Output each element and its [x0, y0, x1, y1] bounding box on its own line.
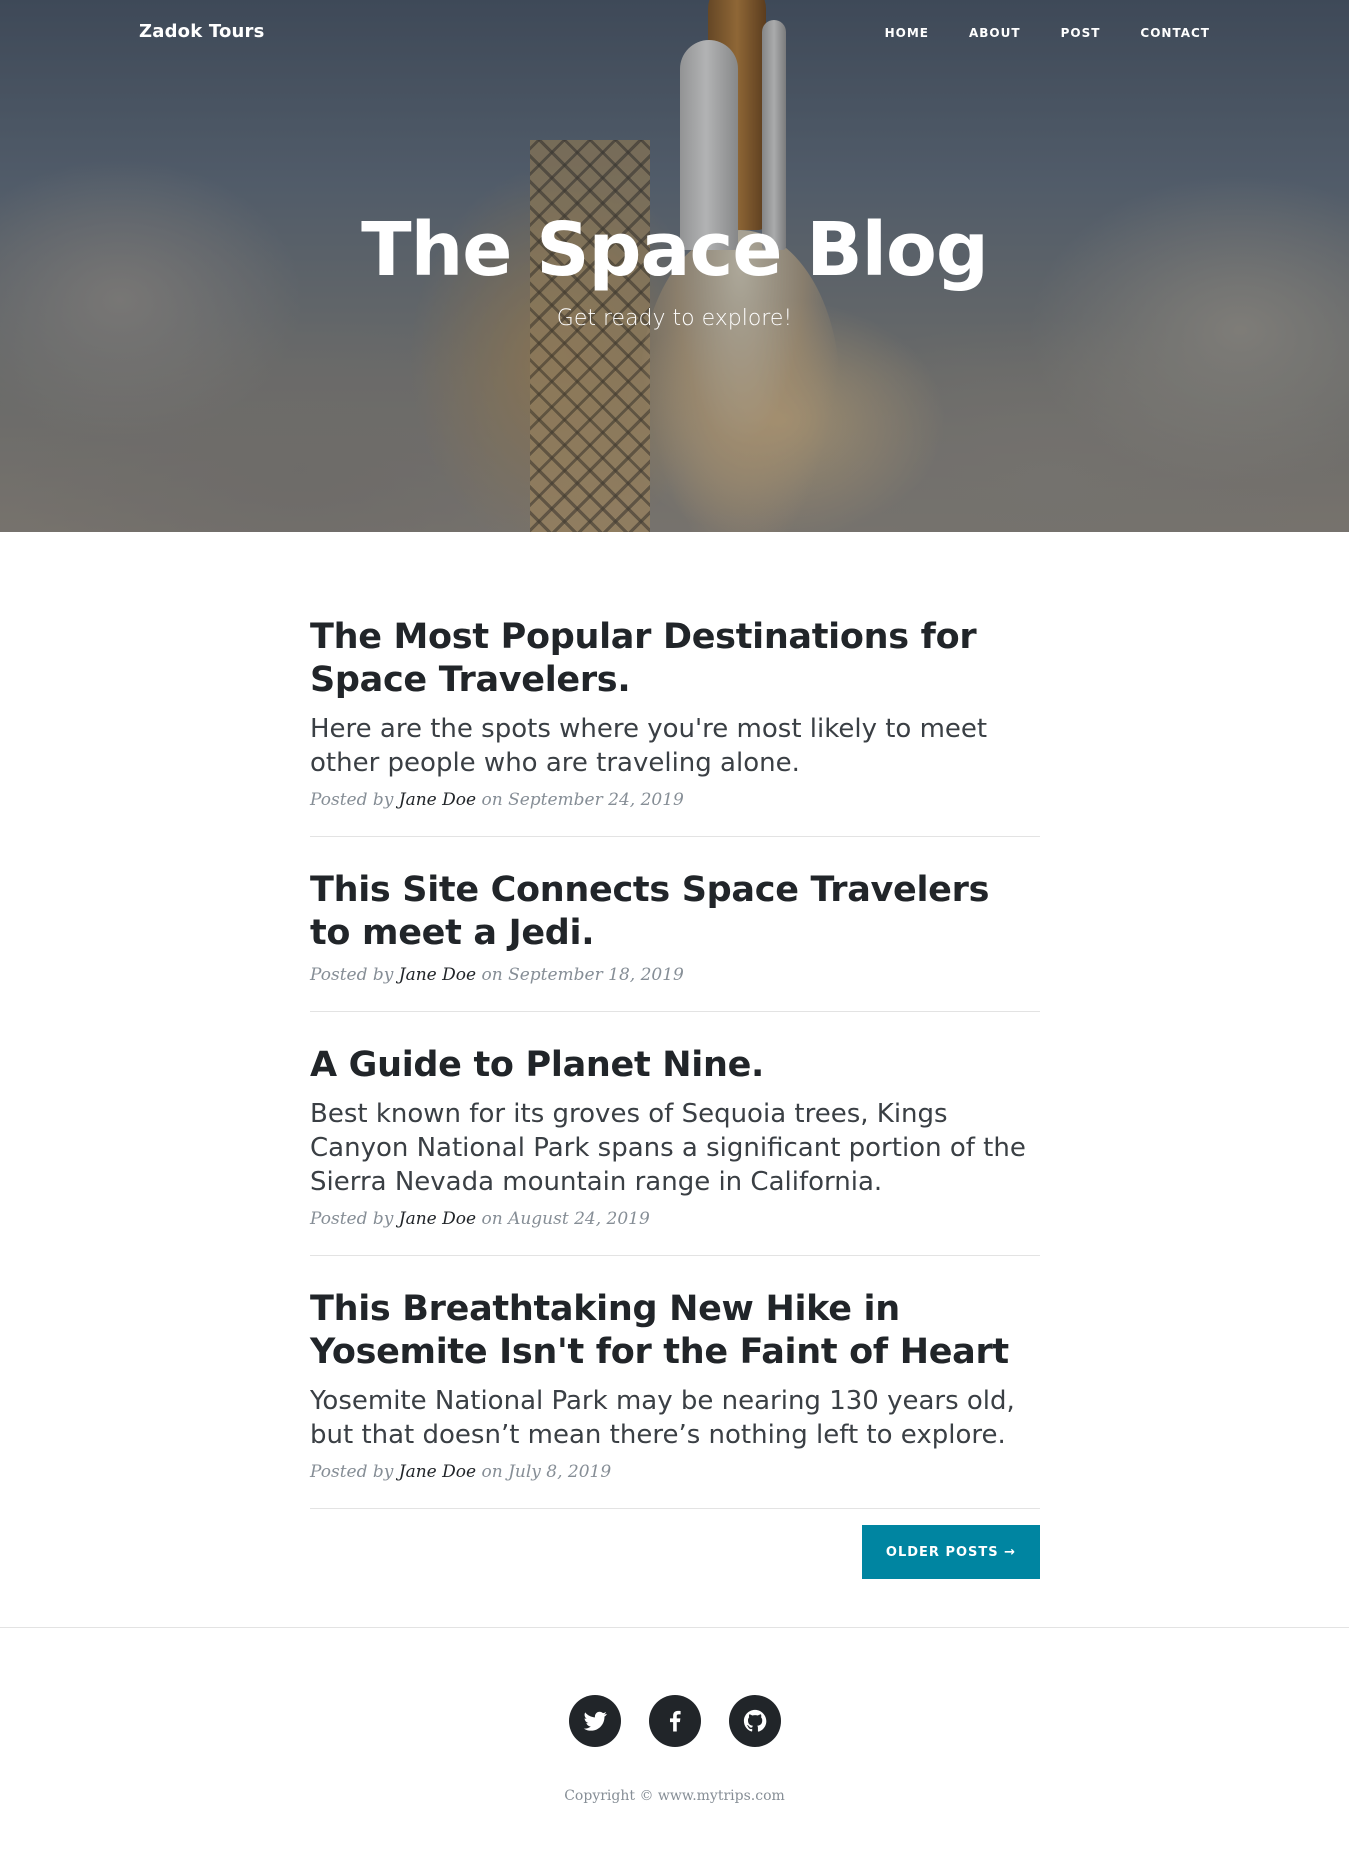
post-date: September 24, 2019: [508, 790, 684, 810]
facebook-link[interactable]: [648, 1695, 701, 1747]
navbar: Zadok Tours HOME ABOUT POST CONTACT: [0, 0, 1349, 66]
post-meta: Posted by Jane Doe on September 24, 2019: [310, 790, 1040, 810]
github-link[interactable]: [728, 1695, 781, 1747]
post-title: This Breathtaking New Hike in Yosemite I…: [310, 1289, 1009, 1372]
post-meta-on: on: [481, 1462, 503, 1482]
brand-link[interactable]: Zadok Tours: [139, 21, 265, 42]
older-posts-button[interactable]: OLDER POSTS →: [862, 1525, 1040, 1579]
post-subtitle: Here are the spots where you're most lik…: [310, 714, 988, 778]
nav-post-link[interactable]: POST: [1041, 26, 1121, 40]
post-subtitle: Yosemite National Park may be nearing 13…: [310, 1386, 1015, 1450]
post-title: A Guide to Planet Nine.: [310, 1045, 765, 1085]
post-meta: Posted by Jane Doe on September 18, 2019: [310, 965, 1040, 985]
page-title: The Space Blog: [361, 207, 989, 293]
post-link[interactable]: This Site Connects Space Travelers to me…: [310, 869, 1040, 955]
facebook-icon: [669, 1710, 681, 1732]
copyright-text: Copyright © www.mytrips.com: [564, 1788, 785, 1804]
post-link[interactable]: A Guide to Planet Nine. Best known for i…: [310, 1044, 1040, 1199]
post-meta-prefix: Posted by: [310, 1462, 394, 1482]
post-title: This Site Connects Space Travelers to me…: [310, 870, 990, 953]
post-date: September 18, 2019: [508, 965, 684, 985]
post-meta-prefix: Posted by: [310, 1209, 394, 1229]
social-links: [0, 1695, 1349, 1747]
nav-home-link[interactable]: HOME: [865, 26, 949, 40]
post-author-link[interactable]: Jane Doe: [399, 1462, 476, 1482]
post-meta: Posted by Jane Doe on July 8, 2019: [310, 1462, 1040, 1482]
github-icon: [743, 1709, 766, 1732]
twitter-icon: [583, 1711, 607, 1731]
page-subtitle: Get ready to explore!: [556, 306, 793, 331]
post-link[interactable]: The Most Popular Destinations for Space …: [310, 616, 1040, 780]
post-preview: The Most Popular Destinations for Space …: [310, 532, 1040, 837]
hero-header: Zadok Tours HOME ABOUT POST CONTACT The …: [0, 0, 1349, 532]
post-meta-on: on: [481, 965, 503, 985]
post-title: The Most Popular Destinations for Space …: [310, 617, 977, 700]
post-list: The Most Popular Destinations for Space …: [310, 532, 1040, 1595]
post-date: August 24, 2019: [508, 1209, 650, 1229]
nav-contact-link[interactable]: CONTACT: [1120, 26, 1210, 40]
post-author-link[interactable]: Jane Doe: [399, 965, 476, 985]
post-date: July 8, 2019: [508, 1462, 612, 1482]
twitter-link[interactable]: [568, 1695, 621, 1747]
footer: Copyright © www.mytrips.com: [0, 1627, 1349, 1864]
nav-links: HOME ABOUT POST CONTACT: [865, 26, 1210, 40]
post-meta-prefix: Posted by: [310, 965, 394, 985]
post-author-link[interactable]: Jane Doe: [399, 1209, 476, 1229]
post-meta-prefix: Posted by: [310, 790, 394, 810]
post-preview: A Guide to Planet Nine. Best known for i…: [310, 1012, 1040, 1256]
post-meta: Posted by Jane Doe on August 24, 2019: [310, 1209, 1040, 1229]
post-subtitle: Best known for its groves of Sequoia tre…: [310, 1099, 1026, 1197]
post-preview: This Breathtaking New Hike in Yosemite I…: [310, 1256, 1040, 1509]
post-author-link[interactable]: Jane Doe: [399, 790, 476, 810]
pager: OLDER POSTS →: [310, 1509, 1040, 1595]
post-link[interactable]: This Breathtaking New Hike in Yosemite I…: [310, 1288, 1040, 1452]
post-meta-on: on: [481, 790, 503, 810]
post-meta-on: on: [481, 1209, 503, 1229]
nav-about-link[interactable]: ABOUT: [949, 26, 1041, 40]
post-preview: This Site Connects Space Travelers to me…: [310, 837, 1040, 1012]
